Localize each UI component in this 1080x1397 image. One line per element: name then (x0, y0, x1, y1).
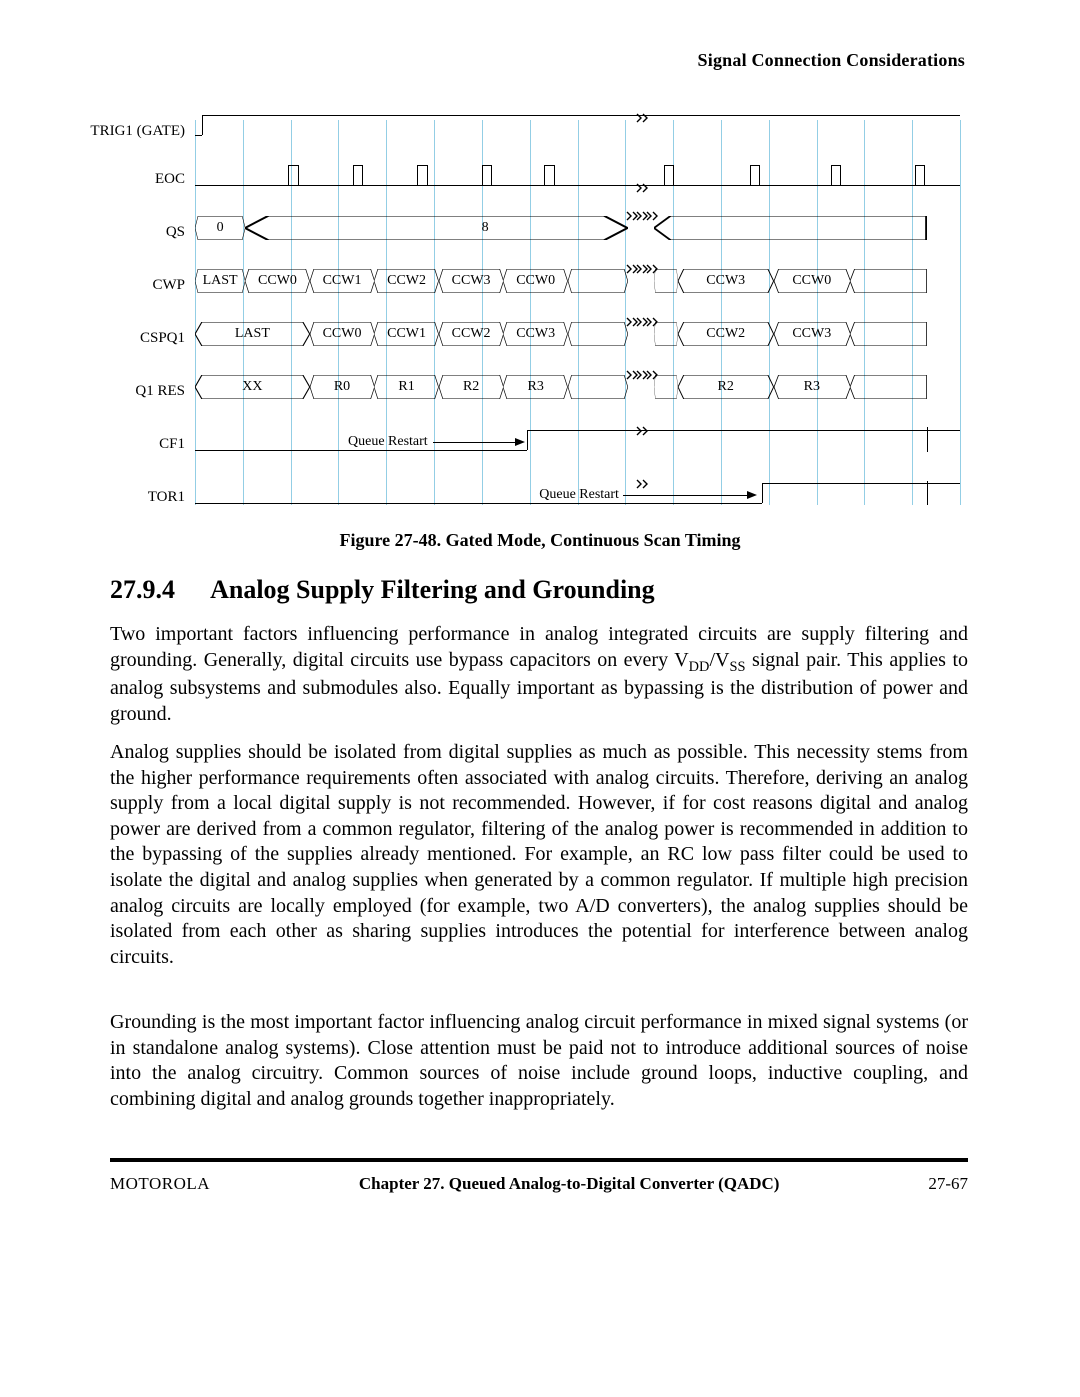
signal-label: Q1 RES (90, 383, 191, 400)
bus-cell: XX (195, 375, 310, 399)
bus-cell (568, 269, 628, 293)
bus-cell: LAST (195, 269, 245, 293)
bus-cell: CCW3 (774, 322, 851, 346)
bus-cell: CCW3 (503, 322, 568, 346)
bus-cell: R3 (503, 375, 568, 399)
bus-cell: CCW0 (245, 269, 310, 293)
bus-cell: R1 (374, 375, 439, 399)
paragraph-1: Two important factors influencing perfor… (110, 622, 968, 727)
bus-cell: R3 (774, 375, 851, 399)
footer-left: MOTOROLA (110, 1174, 210, 1194)
timing-diagram: TRIG1 (GATE) EOC QS 0 8 CWP LAST CCW0 CCW1… (90, 105, 960, 510)
bus-cell: CCW0 (310, 322, 375, 346)
signal-label: QS (90, 224, 191, 241)
signal-label: EOC (90, 171, 191, 188)
bus-cell: CCW1 (310, 269, 375, 293)
queue-restart-label: Queue Restart (348, 434, 428, 450)
signal-label: CF1 (90, 436, 191, 453)
bus-cell (568, 375, 628, 399)
signal-label: TOR1 (90, 489, 191, 506)
bus-cell: CCW3 (678, 269, 774, 293)
signal-label: CSPQ1 (90, 330, 191, 347)
signal-label: CWP (90, 277, 191, 294)
figure-title: Gated Mode, Continuous Scan Timing (446, 530, 741, 550)
queue-restart-label: Queue Restart (539, 487, 619, 503)
section-title: Analog Supply Filtering and Grounding (210, 575, 655, 604)
running-header: Signal Connection Considerations (698, 50, 965, 71)
paragraph-3: Grounding is the most important factor i… (110, 1010, 968, 1112)
bus-cell (654, 322, 678, 346)
bus-cell: R2 (678, 375, 774, 399)
signal-label: TRIG1 (GATE) (90, 123, 191, 140)
footer-center: Chapter 27. Queued Analog-to-Digital Con… (359, 1174, 780, 1194)
bus-cell (654, 216, 927, 240)
bus-cell: CCW0 (503, 269, 568, 293)
footer-rule (110, 1158, 968, 1160)
bus-cell: LAST (195, 322, 310, 346)
bus-cell: CCW2 (374, 269, 439, 293)
bus-cell: CCW3 (439, 269, 504, 293)
bus-cell (654, 375, 678, 399)
bus-cell (654, 269, 678, 293)
section-number: 27.9.4 (110, 575, 205, 605)
bus-cell: CCW2 (439, 322, 504, 346)
figure-caption: Figure 27-48. Gated Mode, Continuous Sca… (0, 530, 1080, 551)
paragraph-2: Analog supplies should be isolated from … (110, 740, 968, 970)
bus-cell: CCW2 (678, 322, 774, 346)
bus-cell (850, 322, 927, 346)
bus-cell: 0 (195, 216, 245, 240)
bus-cell: R2 (439, 375, 504, 399)
bus-cell (568, 322, 628, 346)
bus-cell: R0 (310, 375, 375, 399)
page-footer: MOTOROLA Chapter 27. Queued Analog-to-Di… (110, 1174, 968, 1194)
bus-cell (850, 375, 927, 399)
footer-right: 27-67 (928, 1174, 968, 1194)
bus-cell: 8 (245, 216, 628, 240)
bus-cell: CCW0 (774, 269, 851, 293)
bus-cell (850, 269, 927, 293)
figure-ref: Figure 27-48. (339, 530, 441, 550)
bus-cell: CCW1 (374, 322, 439, 346)
section-heading: 27.9.4 Analog Supply Filtering and Groun… (110, 575, 970, 605)
